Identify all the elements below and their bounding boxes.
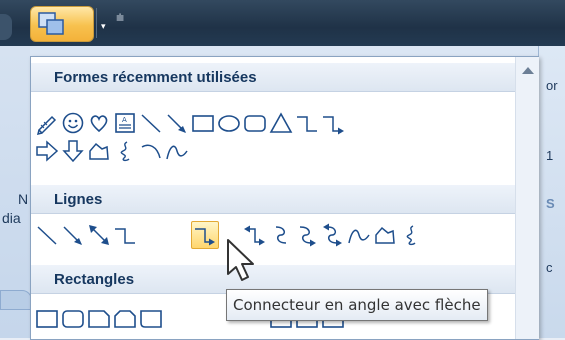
- textbox-icon[interactable]: A: [113, 111, 137, 135]
- right-letter: or: [546, 78, 558, 93]
- elbow-arrow-connector-icon[interactable]: [321, 111, 345, 135]
- curved-connector-icon[interactable]: [269, 223, 293, 247]
- curve-icon[interactable]: [165, 139, 189, 163]
- oval-icon[interactable]: [217, 111, 241, 135]
- rounded-rectangle-icon[interactable]: [61, 307, 85, 331]
- left-letter: dia: [2, 210, 21, 226]
- curved-arrow-connector-icon[interactable]: [295, 223, 319, 247]
- line-icon[interactable]: [35, 223, 59, 247]
- section-header-recent: Formes récemment utilisées: [31, 63, 515, 92]
- elbow-connector-icon[interactable]: [113, 223, 137, 247]
- round-corner-rectangle-icon[interactable]: [139, 307, 163, 331]
- gallery-scrollbar[interactable]: [515, 57, 539, 339]
- rectangle-icon[interactable]: [35, 307, 59, 331]
- shapes-icon: [38, 12, 64, 35]
- mouse-cursor-icon: [227, 239, 254, 281]
- right-letter: S: [546, 196, 555, 211]
- elbow-connector-icon[interactable]: [295, 111, 319, 135]
- elbow-arrow-connector-icon[interactable]: [191, 221, 219, 249]
- snip-same-side-rectangle-icon[interactable]: [113, 307, 137, 331]
- scribble-icon[interactable]: [113, 139, 137, 163]
- rectangle-icon[interactable]: [191, 111, 215, 135]
- left-tab[interactable]: [0, 290, 32, 310]
- section-title: Rectangles: [54, 271, 135, 288]
- tooltip: Connecteur en angle avec flèche: [226, 289, 488, 321]
- smiley-icon[interactable]: [61, 111, 85, 135]
- quick-access-shapes-button[interactable]: ▾: [30, 6, 106, 42]
- arc-icon[interactable]: [139, 139, 163, 163]
- right-letter: 1: [546, 148, 554, 163]
- curved-double-arrow-connector-icon[interactable]: [321, 223, 345, 247]
- right-letter: c: [546, 260, 553, 275]
- toolbar-separator: [96, 8, 97, 38]
- arrow-line-icon[interactable]: [61, 223, 85, 247]
- scribble-icon[interactable]: [399, 223, 423, 247]
- chevron-down-icon[interactable]: ▾: [101, 21, 106, 32]
- title-bar: ▾ ⩧: [0, 0, 565, 46]
- pencil-icon[interactable]: [35, 111, 59, 135]
- scroll-up-icon[interactable]: [522, 67, 534, 74]
- triangle-icon[interactable]: [269, 111, 293, 135]
- tooltip-text: Connecteur en angle avec flèche: [233, 296, 481, 314]
- section-header-lines: Lignes: [31, 185, 515, 214]
- section-title: Formes récemment utilisées: [54, 69, 257, 86]
- svg-text:A: A: [122, 116, 127, 124]
- line-icon[interactable]: [139, 111, 163, 135]
- freeform-icon[interactable]: [87, 139, 111, 163]
- right-arrow-icon[interactable]: [35, 139, 59, 163]
- freeform-icon[interactable]: [373, 223, 397, 247]
- section-title: Lignes: [54, 191, 103, 208]
- down-arrow-icon[interactable]: [61, 139, 85, 163]
- arrow-line-icon[interactable]: [165, 111, 189, 135]
- double-arrow-line-icon[interactable]: [87, 223, 111, 247]
- snip-corner-rectangle-icon[interactable]: [87, 307, 111, 331]
- left-letter: N: [18, 191, 29, 207]
- customize-toolbar-icon[interactable]: ⩧: [116, 10, 124, 26]
- office-button-edge[interactable]: [0, 14, 12, 40]
- curve-icon[interactable]: [347, 223, 371, 247]
- heart-icon[interactable]: [87, 111, 111, 135]
- rounded-rectangle-icon[interactable]: [243, 111, 267, 135]
